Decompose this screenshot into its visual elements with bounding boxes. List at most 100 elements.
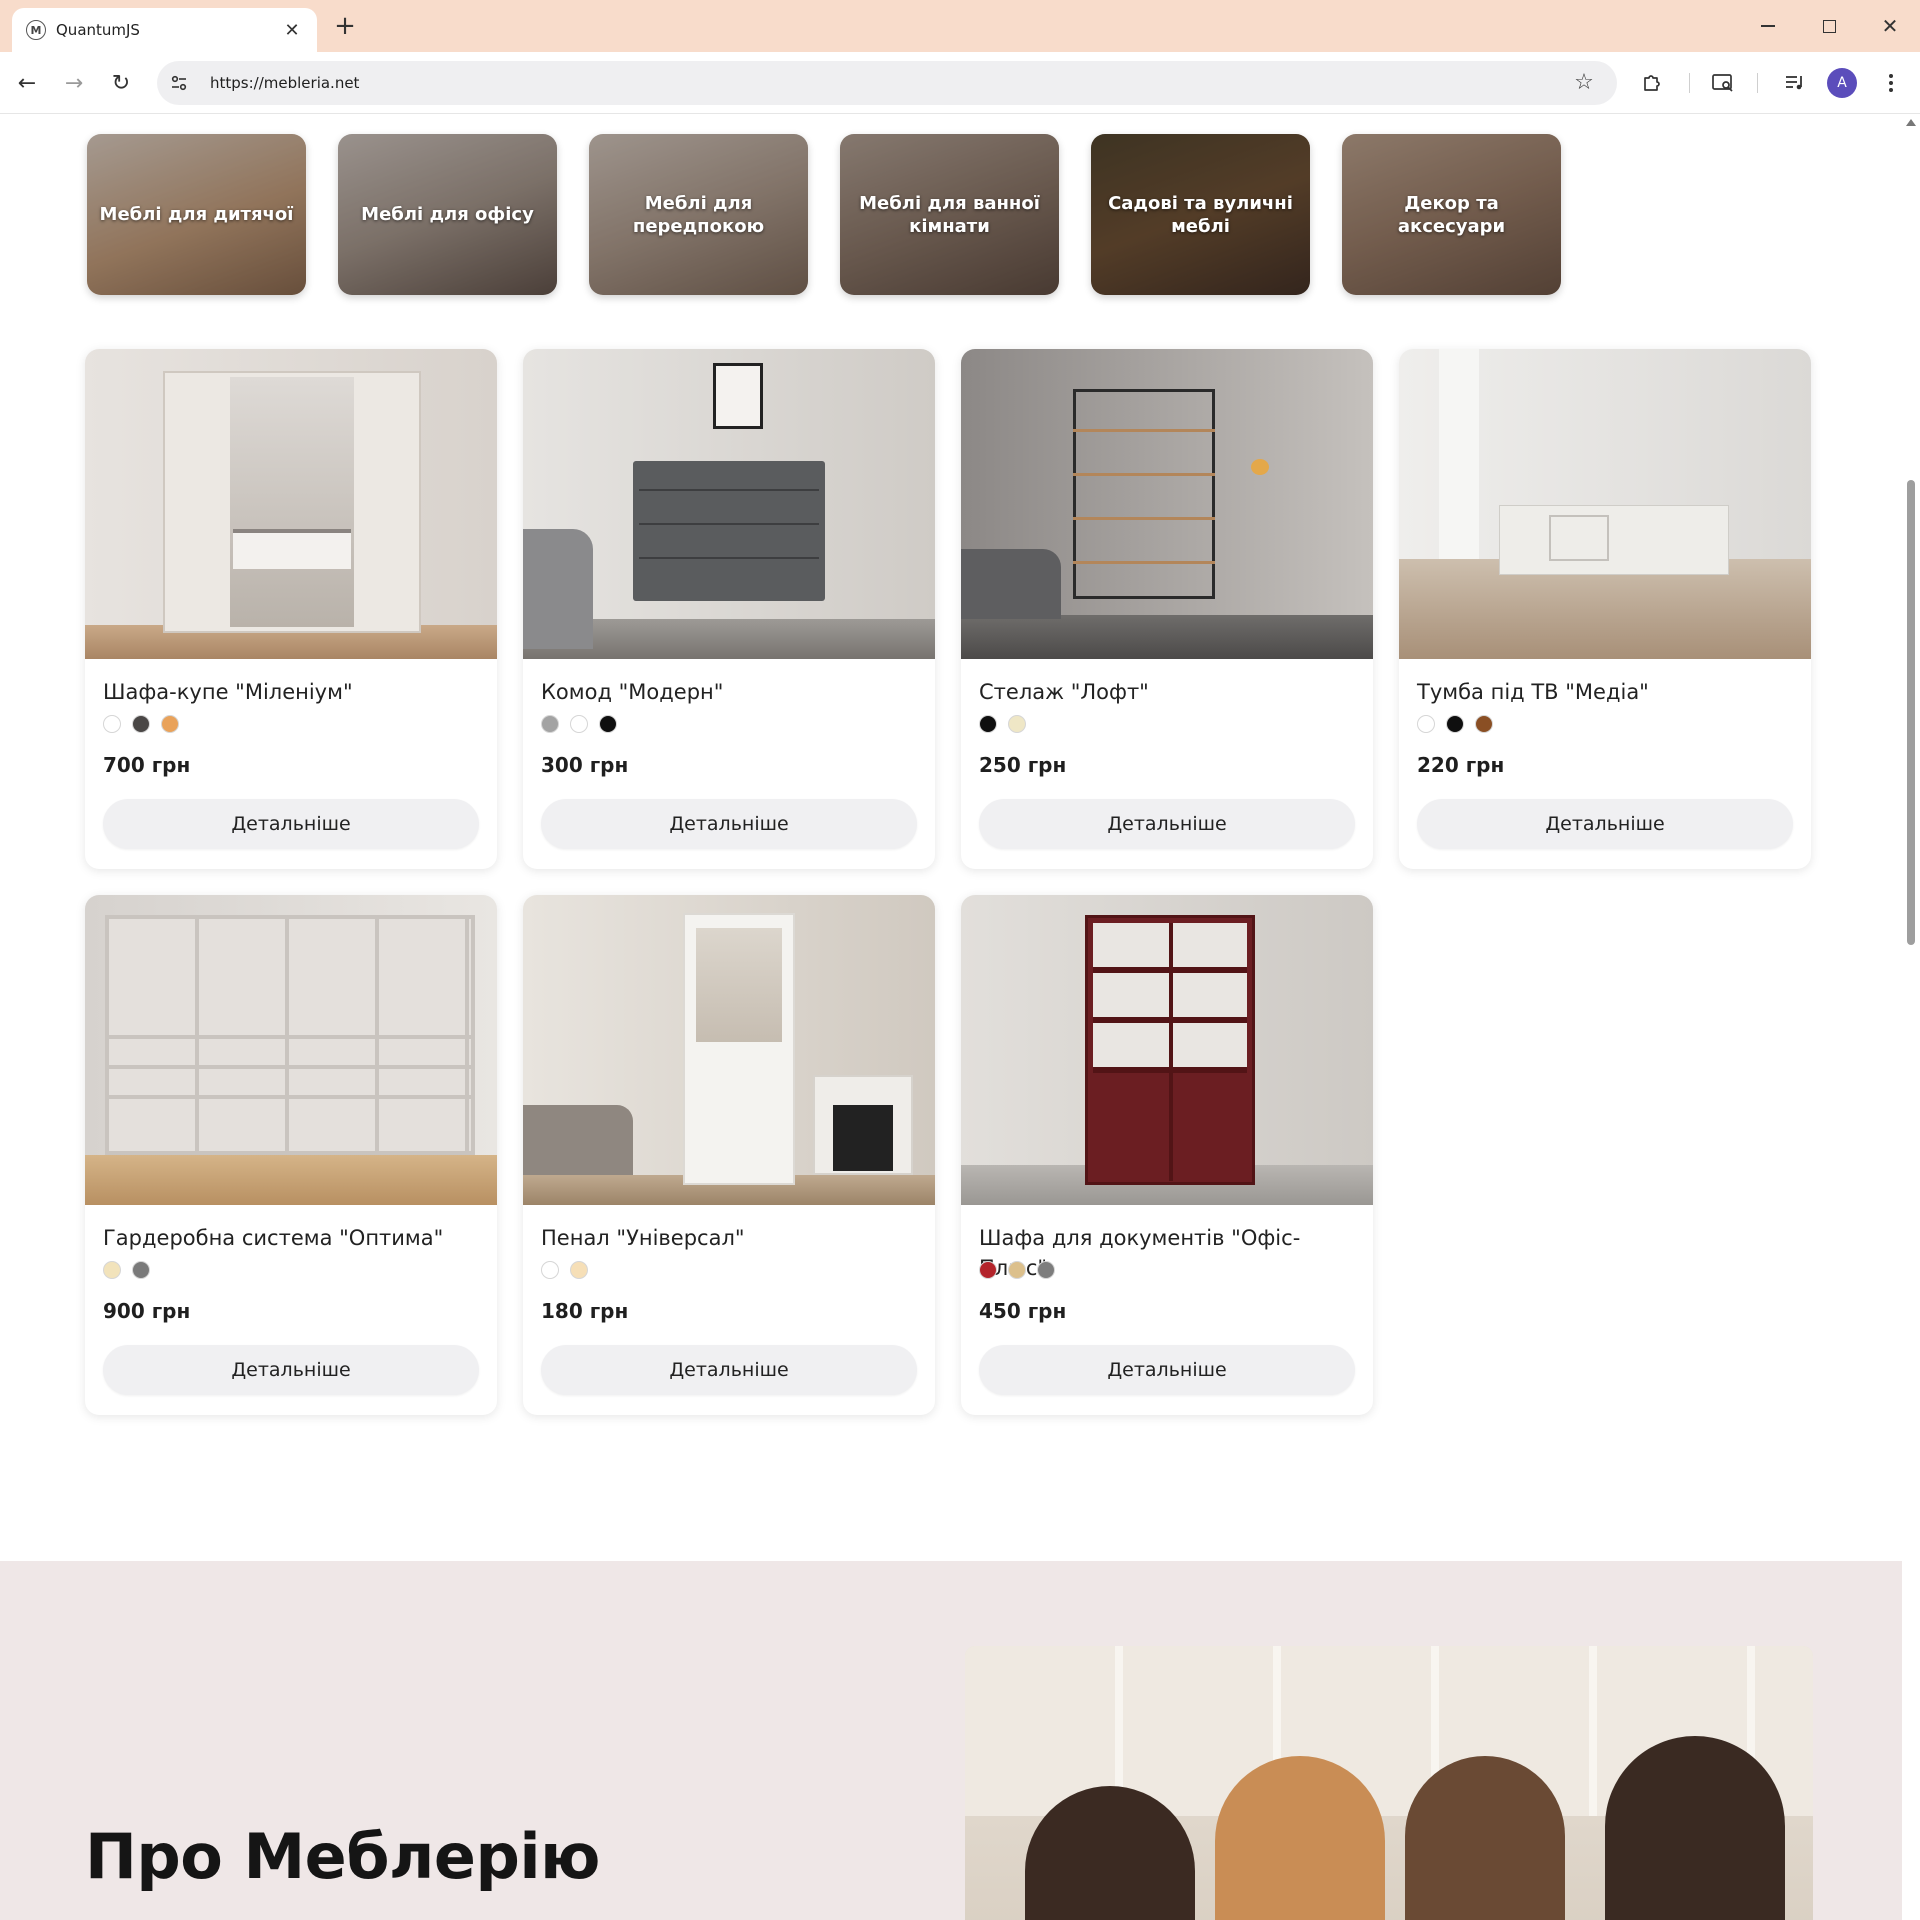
product-price: 700 грн	[103, 753, 191, 777]
color-swatch[interactable]	[103, 1261, 121, 1279]
color-swatch[interactable]	[132, 715, 150, 733]
category-label: Меблі для ванної кімнати	[859, 192, 1040, 237]
details-button[interactable]: Детальніше	[1417, 799, 1793, 849]
category-label: Меблі для дитячої	[99, 204, 294, 225]
product-title[interactable]: Пенал "Універсал"	[541, 1223, 917, 1253]
product-image[interactable]	[961, 895, 1373, 1205]
media-controls-icon[interactable]	[1780, 68, 1810, 98]
address-bar[interactable]: https://mebleria.net ☆	[157, 61, 1617, 105]
product-image[interactable]	[523, 349, 935, 659]
extensions-puzzle-icon[interactable]	[1637, 68, 1667, 98]
reload-icon[interactable]: ↻	[106, 68, 136, 98]
product-title[interactable]: Шафа для документів "Офіс-Плюс"	[979, 1223, 1355, 1280]
color-swatches	[541, 715, 917, 735]
category-tile-hallway[interactable]: Меблі для передпокою	[589, 134, 808, 295]
about-title: Про Меблерію	[85, 1820, 600, 1893]
product-title[interactable]: Стелаж "Лофт"	[979, 677, 1355, 707]
forward-arrow-icon[interactable]: →	[59, 68, 89, 98]
color-swatch[interactable]	[1446, 715, 1464, 733]
product-image[interactable]	[1399, 349, 1811, 659]
product-title[interactable]: Тумба під ТВ "Медіа"	[1417, 677, 1793, 707]
color-swatch[interactable]	[132, 1261, 150, 1279]
color-swatch[interactable]	[1037, 1261, 1055, 1279]
browser-tab[interactable]: M QuantumJS ✕	[12, 8, 317, 52]
product-card[interactable]: Гардеробна система "Оптима" 900 грн Дета…	[85, 895, 497, 1415]
details-button[interactable]: Детальніше	[979, 1345, 1355, 1395]
tab-close-icon[interactable]: ✕	[281, 20, 303, 41]
details-button[interactable]: Детальніше	[103, 1345, 479, 1395]
cast-search-icon[interactable]	[1708, 68, 1738, 98]
color-swatches	[103, 715, 479, 735]
color-swatches	[103, 1261, 479, 1281]
category-tile-office[interactable]: Меблі для офісу	[338, 134, 557, 295]
bookmark-star-icon[interactable]: ☆	[1569, 68, 1599, 98]
color-swatch[interactable]	[161, 715, 179, 733]
product-grid: Шафа-купе "Мілeніум" 700 грн Детальніше	[85, 349, 1813, 1415]
product-price: 220 грн	[1417, 753, 1505, 777]
browser-toolbar: ← → ↻ https://mebleria.net ☆ A	[0, 52, 1920, 114]
color-swatch[interactable]	[1008, 715, 1026, 733]
product-card[interactable]: Комод "Модерн" 300 грн Детальніше	[523, 349, 935, 869]
url-text[interactable]: https://mebleria.net	[210, 74, 1569, 92]
product-price: 180 грн	[541, 1299, 629, 1323]
color-swatch[interactable]	[1417, 715, 1435, 733]
details-button[interactable]: Детальніше	[103, 799, 479, 849]
product-image[interactable]	[85, 349, 497, 659]
product-card[interactable]: Шафа для документів "Офіс-Плюс" 450 грн …	[961, 895, 1373, 1415]
back-arrow-icon[interactable]: ←	[12, 68, 42, 98]
product-title[interactable]: Шафа-купе "Мілeніум"	[103, 677, 479, 707]
product-price: 300 грн	[541, 753, 629, 777]
color-swatch[interactable]	[570, 1261, 588, 1279]
scroll-thumb[interactable]	[1907, 480, 1915, 945]
color-swatch[interactable]	[1475, 715, 1493, 733]
product-image[interactable]	[523, 895, 935, 1205]
product-card[interactable]: Шафа-купе "Мілeніум" 700 грн Детальніше	[85, 349, 497, 869]
category-tile-garden[interactable]: Садові та вуличні меблі	[1091, 134, 1310, 295]
category-tile-kids[interactable]: Меблі для дитячої	[87, 134, 306, 295]
color-swatch[interactable]	[570, 715, 588, 733]
color-swatch[interactable]	[979, 1261, 997, 1279]
page-scrollbar[interactable]	[1902, 115, 1920, 1920]
category-tile-decor[interactable]: Декор та аксесуари	[1342, 134, 1561, 295]
browser-titlebar: M QuantumJS ✕ + ✕	[0, 0, 1920, 52]
about-section: Про Меблерію	[0, 1561, 1902, 1920]
details-button[interactable]: Детальніше	[541, 1345, 917, 1395]
scroll-up-arrow-icon[interactable]	[1906, 119, 1916, 126]
profile-avatar[interactable]: A	[1827, 68, 1857, 98]
product-price: 250 грн	[979, 753, 1067, 777]
site-info-icon[interactable]	[162, 66, 196, 100]
product-card[interactable]: Стелаж "Лофт" 250 грн Детальніше	[961, 349, 1373, 869]
details-button[interactable]: Детальніше	[979, 799, 1355, 849]
new-tab-plus-icon[interactable]: +	[330, 12, 360, 42]
kebab-menu-icon[interactable]	[1876, 68, 1906, 98]
product-image[interactable]	[85, 895, 497, 1205]
category-label: Садові та вуличні меблі	[1108, 192, 1293, 237]
window-minimize-icon[interactable]	[1750, 10, 1786, 42]
color-swatch[interactable]	[541, 1261, 559, 1279]
product-title[interactable]: Гардеробна система "Оптима"	[103, 1223, 479, 1253]
color-swatch[interactable]	[979, 715, 997, 733]
product-price: 450 грн	[979, 1299, 1067, 1323]
color-swatches	[1417, 715, 1793, 735]
color-swatches	[541, 1261, 917, 1281]
color-swatch[interactable]	[103, 715, 121, 733]
category-label: Декор та аксесуари	[1397, 192, 1506, 237]
color-swatches	[979, 715, 1355, 735]
details-button[interactable]: Детальніше	[541, 799, 917, 849]
window-close-icon[interactable]: ✕	[1872, 10, 1908, 42]
toolbar-separator	[1689, 73, 1690, 93]
product-card[interactable]: Тумба під ТВ "Медіа" 220 грн Детальніше	[1399, 349, 1811, 869]
toolbar-separator	[1757, 73, 1758, 93]
product-image[interactable]	[961, 349, 1373, 659]
page-viewport: Меблі для дитячої Меблі для офісу Меблі …	[0, 115, 1902, 1920]
product-card[interactable]: Пенал "Універсал" 180 грн Детальніше	[523, 895, 935, 1415]
category-label: Меблі для офісу	[361, 204, 534, 225]
category-tile-bathroom[interactable]: Меблі для ванної кімнати	[840, 134, 1059, 295]
color-swatch[interactable]	[1008, 1261, 1026, 1279]
product-price: 900 грн	[103, 1299, 191, 1323]
color-swatch[interactable]	[599, 715, 617, 733]
product-title[interactable]: Комод "Модерн"	[541, 677, 917, 707]
about-team-photo	[965, 1646, 1813, 1920]
window-maximize-icon[interactable]	[1811, 10, 1847, 42]
color-swatch[interactable]	[541, 715, 559, 733]
